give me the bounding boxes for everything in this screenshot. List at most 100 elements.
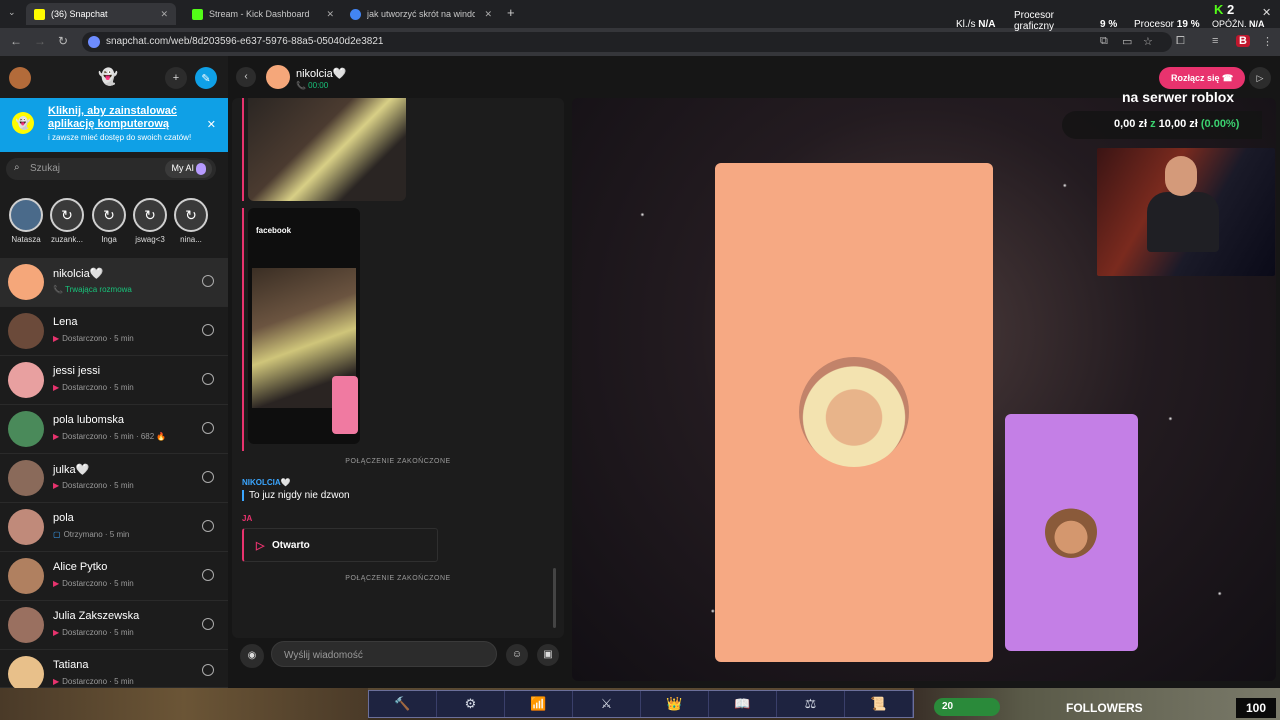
site-info-icon[interactable] [88, 36, 100, 48]
game-scene-left [0, 688, 368, 720]
tab-google-search[interactable]: jak utworzyć skrót na windows ✕ [342, 3, 500, 25]
camera-icon[interactable] [202, 275, 214, 287]
play-icon[interactable]: ▷ [1249, 67, 1271, 89]
camera-icon[interactable] [202, 520, 214, 532]
tab-list-icon[interactable]: ⌄ [8, 7, 16, 18]
camera-icon[interactable] [202, 618, 214, 630]
search-icon: ⌕ [14, 162, 20, 173]
message-input[interactable]: Wyślij wiadomość [271, 641, 497, 667]
chat-status-text: Trwająca rozmowa [65, 285, 132, 294]
menu-kebab-icon[interactable]: ⋮ [1262, 35, 1273, 48]
add-friend-icon[interactable]: + [165, 67, 187, 89]
scrollbar[interactable] [553, 568, 556, 628]
shared-photo[interactable] [248, 98, 406, 201]
sidebar-header: 👻 + ✎ [0, 56, 228, 98]
fps-stat: Kl./s N/A [956, 19, 995, 30]
fps-value: N/A [978, 19, 996, 30]
webcam-person-face [1165, 156, 1197, 196]
new-tab-button[interactable]: + [507, 5, 515, 20]
chat-item-lena[interactable]: Lena ▶ Dostarczono · 5 min [0, 307, 228, 356]
media-indicator [242, 208, 244, 451]
chat-item-jessi[interactable]: jessi jessi ▶ Dostarczono · 5 min [0, 356, 228, 405]
latency-label: OPÓŹN. [1212, 19, 1247, 29]
new-chat-icon[interactable]: ✎ [195, 67, 217, 89]
back-arrow-icon[interactable]: ‹ [236, 67, 256, 87]
translate-icon[interactable]: ⧉ [1100, 35, 1108, 48]
chat-item-julka[interactable]: julka🤍 ▶ Dostarczono · 5 min [0, 454, 228, 503]
opened-snap[interactable]: ▷ Otwarto [242, 528, 438, 562]
call-ended-notice: POŁĄCZENIE ZAKOŃCZONE [345, 458, 451, 465]
back-button[interactable]: ← [10, 34, 22, 48]
camera-icon[interactable] [202, 422, 214, 434]
camera-icon[interactable]: ◉ [240, 644, 264, 668]
close-tab-icon[interactable]: ✕ [326, 9, 334, 20]
chat-item-pola[interactable]: pola ▢ Otrzymano · 5 min [0, 503, 228, 552]
participant-tile-nikolcia[interactable] [715, 163, 993, 662]
camera-icon[interactable] [202, 471, 214, 483]
gpu-label: Procesor graficzny [1014, 10, 1055, 32]
chat-item-julia-zakszewska[interactable]: Julia Zakszewska ▶ Dostarczono · 5 min [0, 601, 228, 650]
chat-item-tatiana[interactable]: Tatiana ▶ Dostarczono · 5 min [0, 650, 228, 692]
window-close-icon[interactable]: ✕ [1262, 6, 1271, 19]
chat-status: 📞 Trwająca rozmowa [53, 285, 132, 294]
swords-icon: ⚔ [573, 691, 641, 717]
search-input[interactable]: ⌕ Szukaj My AI [6, 158, 216, 180]
reading-list-icon[interactable]: ≡ [1212, 35, 1218, 47]
camera-icon[interactable] [202, 373, 214, 385]
story-refresh-icon: ↻ [92, 198, 126, 232]
close-banner-icon[interactable]: ✕ [207, 118, 216, 131]
chat-item-nikolcia[interactable]: nikolcia🤍 📞 Trwająca rozmowa [0, 258, 228, 307]
stories-row: Natasza ↻ zuzank... ↻ Inga ↻ jswag<3 ↻ nina.… [0, 198, 228, 256]
sticker-icon[interactable]: ▣ [537, 644, 559, 666]
close-tab-icon[interactable]: ✕ [160, 9, 168, 20]
install-app-banner[interactable]: 👻 Kliknij, aby zainstalować aplikację ko… [0, 98, 228, 152]
bookmark-star-icon[interactable]: ☆ [1143, 35, 1153, 48]
game-hotbar: 🔨 ⚙ 📶 ⚔ 👑 📖 ⚖ 📜 [368, 690, 914, 718]
story-refresh-icon: ↻ [50, 198, 84, 232]
goal-current: 0,00 zł [1114, 118, 1148, 130]
camera-icon[interactable] [202, 569, 214, 581]
shared-screenshot[interactable]: facebook [248, 208, 360, 444]
gear-icon: ⚙ [437, 691, 505, 717]
story-item[interactable]: ↻ jswag<3 [131, 198, 169, 244]
story-refresh-icon: ↻ [133, 198, 167, 232]
contact-name[interactable]: nikolcia🤍 [296, 67, 346, 80]
chat-item-pola-lubomska[interactable]: pola lubomska ▶ Dostarczono · 5 min · 682… [0, 405, 228, 454]
sender-label-me: JA [242, 514, 253, 523]
kick-count: 2 [1227, 2, 1235, 17]
composer: ◉ Wyślij wiadomość ☺ ▣ [232, 641, 564, 681]
my-avatar[interactable] [9, 67, 31, 89]
camera-icon[interactable] [202, 324, 214, 336]
forward-button[interactable]: → [34, 34, 46, 48]
contact-avatar[interactable] [266, 65, 290, 89]
gpu-value-text: 9 % [1100, 19, 1118, 30]
url-field[interactable]: snapchat.com/web/8d203596-e637-5976-88a5… [82, 32, 1172, 52]
emoji-icon[interactable]: ☺ [506, 644, 528, 666]
camera-icon[interactable] [202, 664, 214, 676]
disconnect-button[interactable]: Rozłącz się ☎ [1159, 67, 1246, 89]
story-item[interactable]: Natasza [7, 198, 45, 244]
kick-logo-icon: K 2 [1214, 2, 1235, 17]
chat-item-alice-pytko[interactable]: Alice Pytko ▶ Dostarczono · 5 min [0, 552, 228, 601]
chat-status-text: Dostarczono · 5 min [62, 677, 134, 686]
story-item[interactable]: ↻ nina... [172, 198, 210, 244]
message-text[interactable]: To juz nigdy nie dzwon [242, 490, 350, 501]
opened-label: Otwarto [272, 540, 310, 551]
close-tab-icon[interactable]: ✕ [484, 9, 492, 20]
tab-kick-dashboard[interactable]: Stream - Kick Dashboard ✕ [184, 3, 342, 25]
chat-name: Tatiana [53, 659, 89, 671]
story-item[interactable]: ↻ Inga [90, 198, 128, 244]
my-ai-button[interactable]: My AI [165, 160, 212, 178]
participant-tile-self[interactable] [1005, 414, 1138, 651]
cast-icon[interactable]: ▭ [1122, 35, 1132, 48]
extensions-icon[interactable]: ⧠ [1176, 35, 1185, 48]
reload-button[interactable]: ↻ [58, 34, 68, 48]
donation-goal-progress: 0,00 zł z 10,00 zł (0.00%) [1062, 111, 1262, 139]
tab-snapchat[interactable]: (36) Snapchat ✕ [26, 3, 176, 25]
message-list[interactable]: facebook POŁĄCZENIE ZAKOŃCZONE NIKOLCIA🤍… [232, 98, 564, 638]
install-title[interactable]: Kliknij, aby zainstalować aplikację komp… [48, 105, 198, 131]
chat-panel: ‹ nikolcia🤍 📞 00:00 facebook POŁĄCZENIE … [228, 56, 568, 688]
book-icon: 📖 [709, 691, 777, 717]
story-item[interactable]: ↻ zuzank... [48, 198, 86, 244]
profile-icon[interactable]: B [1236, 35, 1250, 47]
